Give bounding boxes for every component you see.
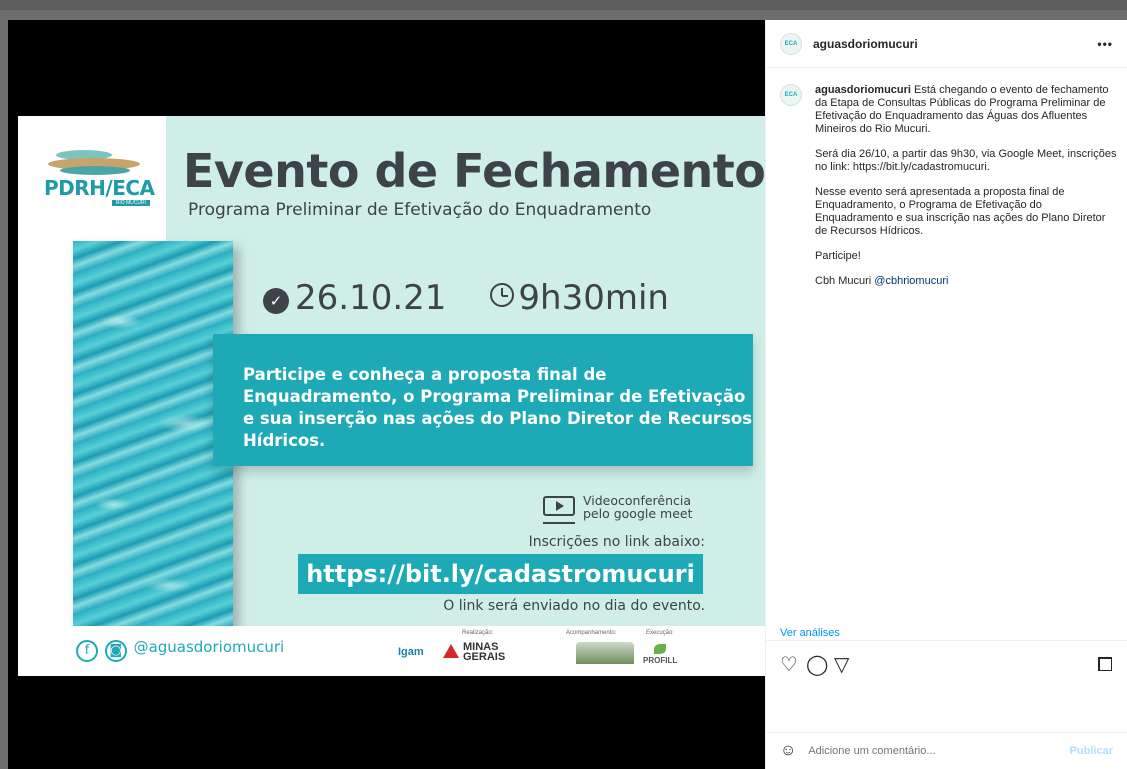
poster-link: https://bit.ly/cadastromucuri [298,554,703,594]
caption-mention[interactable]: @cbhriomucuri [874,275,948,287]
poster-sent-note: O link será enviado no dia do evento. [443,598,705,614]
cbh-mucuri-logo [576,642,634,664]
caption-p2: Será dia 26/10, a partir das 9h30, via G… [815,148,1117,173]
poster-social: f ◙ @aguasdoriomucuri [76,638,284,662]
poster-info-box: Participe e conheça a proposta final de … [213,334,753,466]
pdrh-eca-logo: PDRH/ECA RIO MUCURI [36,146,155,208]
view-insights-link[interactable]: Ver análises [780,627,840,639]
poster-subtitle: Programa Preliminar de Efetivação do Enq… [188,200,652,220]
background-browser-strip [0,0,1127,10]
poster-time: 9h30min [518,278,669,318]
publish-button[interactable]: Publicar [1070,745,1113,757]
water-image [73,241,233,646]
profile-avatar[interactable]: ECA [780,32,802,55]
checkbox-icon: ✓ [263,288,289,314]
poster-date-time: ✓ 26.10.21 9h30min [263,278,669,318]
post-modal: PDRH/ECA RIO MUCURI Evento de Fechamento… [8,20,1127,769]
event-poster: PDRH/ECA RIO MUCURI Evento de Fechamento… [18,116,765,676]
caption-username[interactable]: aguasdoriomucuri [815,84,911,96]
video-icon [543,496,575,516]
minas-gerais-logo: MINAS GERAIS [443,642,505,663]
poster-footer: f ◙ @aguasdoriomucuri Realização: Acompa… [18,626,765,676]
caption-p3: Nesse evento será apresentada a proposta… [815,186,1106,237]
comment-row: ☺ Publicar [766,732,1127,769]
bookmark-icon[interactable]: ⧠ [1097,655,1113,675]
post-username[interactable]: aguasdoriomucuri [813,37,918,51]
post-header: ECA aguasdoriomucuri ••• [766,20,1127,68]
poster-date: 26.10.21 [295,278,447,318]
poster-info-text: Participe e conheça a proposta final de … [243,365,753,450]
comment-icon[interactable]: ◯ [806,655,828,675]
heart-icon[interactable]: ♡ [780,655,798,675]
share-icon[interactable]: ▽ [834,655,849,675]
profill-logo: PROFILL [643,644,677,665]
caption-avatar[interactable]: ECA [780,84,802,106]
facebook-icon: f [76,640,98,662]
poster-title: Evento de Fechamento [183,144,765,198]
more-options-icon[interactable]: ••• [1097,37,1113,51]
emoji-icon[interactable]: ☺ [780,742,796,760]
post-side-panel: ECA aguasdoriomucuri ••• ECA aguasdoriom… [765,20,1127,769]
instagram-icon: ◙ [104,640,127,662]
post-caption: ECA aguasdoriomucuri Está chegando o eve… [780,84,1120,300]
post-media[interactable]: PDRH/ECA RIO MUCURI Evento de Fechamento… [8,20,765,769]
comment-input[interactable] [808,745,1049,757]
caption-p4: Participe! [815,250,861,262]
clock-icon [490,283,515,307]
poster-inscricoes: Inscrições no link abaixo: [528,534,705,550]
igam-logo: Igam [398,646,424,658]
